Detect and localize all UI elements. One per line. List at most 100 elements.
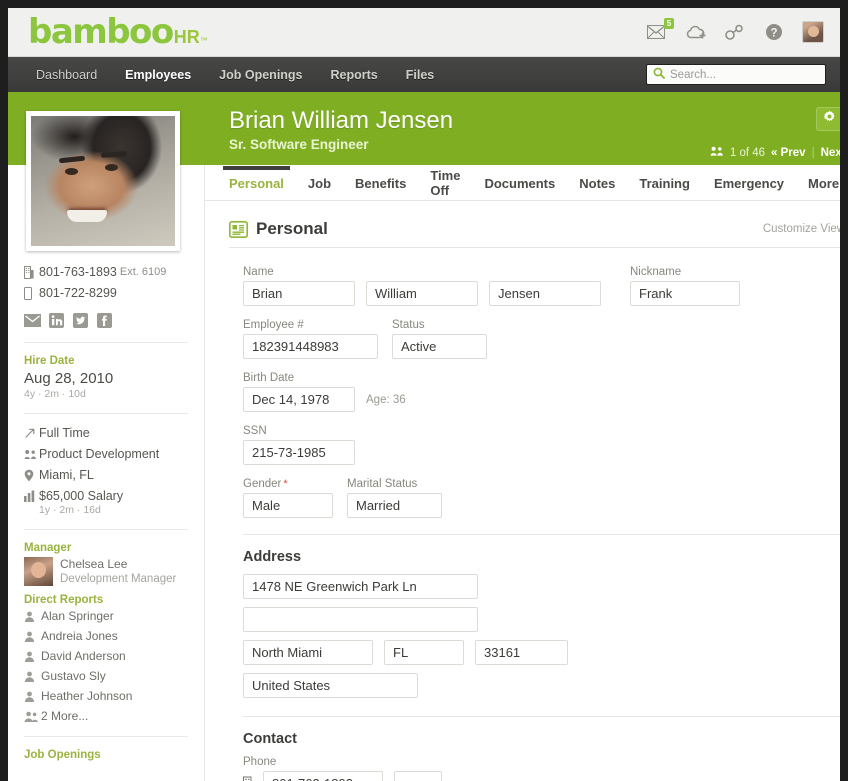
- name-fields: Brian William Jensen: [243, 281, 612, 306]
- list-item[interactable]: David Anderson: [24, 649, 188, 663]
- chevron-down-icon: [840, 117, 848, 121]
- customize-view-link[interactable]: Customize View: [763, 223, 845, 235]
- last-name-field[interactable]: Jensen: [489, 281, 601, 306]
- birth-date-label: Birth Date: [243, 372, 845, 384]
- tab-personal[interactable]: Personal: [229, 167, 284, 199]
- nav-item-job-openings[interactable]: Job Openings: [219, 68, 302, 82]
- cloud-upload-icon[interactable]: [685, 22, 707, 42]
- direct-report-name: Andreia Jones: [41, 629, 118, 643]
- zip-field[interactable]: 33161: [475, 640, 568, 665]
- employee-sidebar: 801-763-1893 Ext. 6109 801-722-8299: [8, 97, 205, 781]
- twitter-icon[interactable]: [72, 312, 89, 329]
- gender-group: Gender* Male: [243, 478, 333, 518]
- birth-date-group: Birth Date Dec 14, 1978 Age: 36: [243, 372, 845, 412]
- state-field[interactable]: FL: [384, 640, 464, 665]
- birth-date-row: Dec 14, 1978 Age: 36: [243, 387, 845, 412]
- address-line2-field[interactable]: [243, 607, 478, 632]
- group-icon: [24, 449, 39, 460]
- phone-label: Phone: [243, 756, 845, 768]
- sidebar-divider-1: [24, 342, 188, 343]
- search-input[interactable]: Search...: [646, 64, 826, 85]
- employee-num-label: Employee #: [243, 319, 378, 331]
- hire-tenure-value: 4y · 2m · 10d: [24, 388, 188, 400]
- work-phone-ext: Ext. 6109: [120, 266, 166, 278]
- tab-notes[interactable]: Notes: [579, 167, 615, 199]
- address-line1-field[interactable]: 1478 NE Greenwich Park Ln: [243, 574, 478, 599]
- employee-photo[interactable]: [26, 111, 180, 251]
- facebook-icon[interactable]: [96, 312, 113, 329]
- tab-emergency[interactable]: Emergency: [714, 167, 784, 199]
- ssn-group: SSN 215-73-1985: [243, 425, 845, 465]
- tab-training[interactable]: Training: [639, 167, 690, 199]
- contact-divider: [243, 716, 845, 717]
- tab-more[interactable]: More: [808, 167, 848, 199]
- birth-date-field[interactable]: Dec 14, 1978: [243, 387, 355, 412]
- phone-field[interactable]: 801-763-1893: [263, 771, 383, 781]
- linkedin-icon[interactable]: [48, 312, 65, 329]
- social-links: [24, 312, 188, 329]
- employee-num-field[interactable]: 182391448983: [243, 334, 378, 359]
- manager-label: Manager: [24, 542, 188, 554]
- settings-button[interactable]: [816, 107, 848, 131]
- tab-time-off[interactable]: Time Off: [430, 159, 460, 206]
- location-row: Miami, FL: [24, 468, 188, 482]
- section-header: Personal Customize View: [229, 219, 845, 247]
- employment-type-value: Full Time: [39, 426, 90, 440]
- links-icon[interactable]: [724, 22, 746, 42]
- gender-marital-row: Gender* Male Marital Status Married: [243, 478, 845, 518]
- status-field[interactable]: Active: [392, 334, 487, 359]
- nickname-field[interactable]: Frank: [630, 281, 740, 306]
- person-icon: [24, 631, 41, 642]
- mobile-phone-icon: [24, 287, 39, 300]
- hire-date-label: Hire Date: [24, 355, 188, 367]
- salary-tenure-value: 1y · 2m · 16d: [39, 504, 188, 516]
- country-field[interactable]: United States: [243, 673, 418, 698]
- list-item[interactable]: Gustavo Sly: [24, 669, 188, 683]
- employee-identity: Brian William Jensen Sr. Software Engine…: [229, 107, 453, 165]
- employee-photo-image: [31, 116, 175, 246]
- manager-card[interactable]: Chelsea Lee Development Manager: [24, 557, 188, 586]
- age-text: Age: 36: [366, 394, 406, 406]
- tab-documents[interactable]: Documents: [484, 167, 555, 199]
- ssn-field[interactable]: 215-73-1985: [243, 440, 355, 465]
- avatar[interactable]: [802, 21, 824, 43]
- nav-item-employees[interactable]: Employees: [125, 68, 191, 82]
- prev-employee-link[interactable]: « Prev: [771, 147, 806, 159]
- nav-item-files[interactable]: Files: [406, 68, 435, 82]
- phone-ext-field[interactable]: [394, 771, 442, 781]
- employee-pagination: 1 of 46 « Prev | Next »: [710, 146, 848, 159]
- nav-item-dashboard[interactable]: Dashboard: [36, 68, 97, 82]
- required-marker: *: [283, 478, 287, 490]
- help-icon[interactable]: ?: [763, 22, 785, 42]
- tab-job[interactable]: Job: [308, 167, 331, 199]
- list-item[interactable]: Andreia Jones: [24, 629, 188, 643]
- next-employee-link[interactable]: Next »: [821, 147, 848, 159]
- manager-info: Chelsea Lee Development Manager: [60, 557, 176, 586]
- list-item[interactable]: Alan Springer: [24, 609, 188, 623]
- page-body: 801-763-1893 Ext. 6109 801-722-8299: [8, 97, 840, 781]
- personal-section: Personal Customize View Name Brian Willi…: [205, 201, 848, 781]
- email-icon[interactable]: [24, 312, 41, 329]
- gender-label: Gender*: [243, 478, 333, 490]
- name-row: Name Brian William Jensen Nickname Frank: [243, 266, 845, 306]
- list-item[interactable]: Heather Johnson: [24, 689, 188, 703]
- middle-name-field[interactable]: William: [366, 281, 478, 306]
- svg-text:?: ?: [770, 28, 777, 40]
- section-title: Personal: [256, 219, 328, 239]
- sidebar-divider-2: [24, 413, 188, 414]
- personal-form: Name Brian William Jensen Nickname Frank: [229, 266, 845, 781]
- phone-row: 801-763-1893: [243, 771, 845, 781]
- nav-item-reports[interactable]: Reports: [331, 68, 378, 82]
- tab-benefits[interactable]: Benefits: [355, 167, 406, 199]
- id-card-icon: [229, 221, 248, 238]
- bamboohr-logo[interactable]: bamboo HR ™: [28, 15, 208, 49]
- mail-icon[interactable]: 5: [646, 22, 668, 42]
- gender-field[interactable]: Male: [243, 493, 333, 518]
- marital-field[interactable]: Married: [347, 493, 442, 518]
- mail-badge-count: 5: [664, 18, 674, 29]
- first-name-field[interactable]: Brian: [243, 281, 355, 306]
- city-field[interactable]: North Miami: [243, 640, 373, 665]
- more-reports-item[interactable]: 2 More...: [24, 709, 188, 723]
- phone-group: Phone 801-763-1893: [243, 756, 845, 781]
- address-divider: [243, 534, 845, 535]
